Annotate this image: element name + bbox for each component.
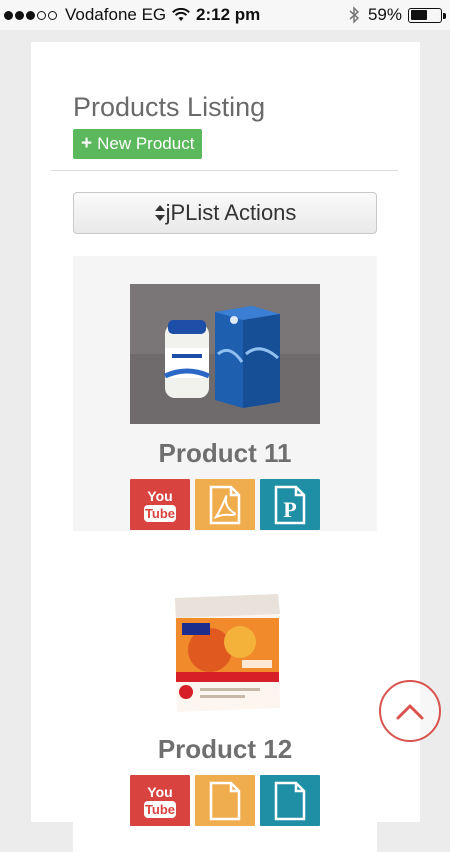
- product-name[interactable]: Product 11: [73, 438, 377, 469]
- powerpoint-button[interactable]: [260, 775, 320, 826]
- jplist-actions-button[interactable]: jPList Actions: [73, 192, 377, 234]
- pdf-file-icon: [209, 485, 241, 524]
- signal-strength-icon: [4, 10, 59, 20]
- youtube-icon: You Tube: [144, 488, 176, 522]
- status-bar: Vodafone EG 2:12 pm 59%: [0, 0, 450, 30]
- svg-text:Tube: Tube: [145, 802, 175, 817]
- product-doc-buttons: You Tube: [130, 775, 320, 826]
- product-name[interactable]: Product 12: [73, 734, 377, 765]
- wifi-icon: [172, 8, 191, 21]
- new-product-label: New Product: [97, 134, 195, 153]
- jplist-actions-label: jPList Actions: [165, 200, 297, 225]
- youtube-icon: You Tube: [144, 784, 176, 818]
- carrier-name: Vodafone EG: [65, 5, 167, 24]
- sort-icon: [154, 205, 165, 221]
- new-product-button[interactable]: + New Product: [73, 129, 203, 159]
- plus-icon: +: [81, 133, 93, 154]
- clock: 2:12 pm: [196, 5, 261, 24]
- ppt-file-icon: [274, 781, 306, 820]
- pdf-file-icon: [209, 781, 241, 820]
- svg-text:Tube: Tube: [145, 506, 175, 521]
- divider: [51, 170, 398, 171]
- youtube-button[interactable]: You Tube: [130, 479, 190, 530]
- battery-percent: 59%: [367, 5, 402, 24]
- product-card: Product 11 You Tube P: [73, 256, 377, 531]
- bluetooth-icon: [349, 6, 360, 24]
- product-card: Product 12 You Tube: [73, 552, 377, 852]
- battery-icon: [408, 7, 446, 23]
- youtube-button[interactable]: You Tube: [130, 775, 190, 826]
- svg-text:You: You: [147, 488, 172, 504]
- pdf-button[interactable]: [195, 479, 255, 530]
- supplement-bottle-box-photo[interactable]: [130, 284, 320, 424]
- svg-text:P: P: [283, 497, 296, 522]
- svg-text:You: You: [147, 784, 172, 800]
- powerpoint-button[interactable]: P: [260, 479, 320, 530]
- scroll-to-top-button[interactable]: [379, 680, 441, 742]
- content-card: Products Listing + New Product jPList Ac…: [31, 42, 420, 852]
- vitamin-b12-box-photo[interactable]: [130, 580, 320, 720]
- pdf-button[interactable]: [195, 775, 255, 826]
- page-title: Products Listing: [73, 92, 266, 122]
- product-doc-buttons: You Tube P: [130, 479, 320, 530]
- chevron-up-icon: [396, 704, 424, 720]
- ppt-file-icon: P: [274, 485, 306, 524]
